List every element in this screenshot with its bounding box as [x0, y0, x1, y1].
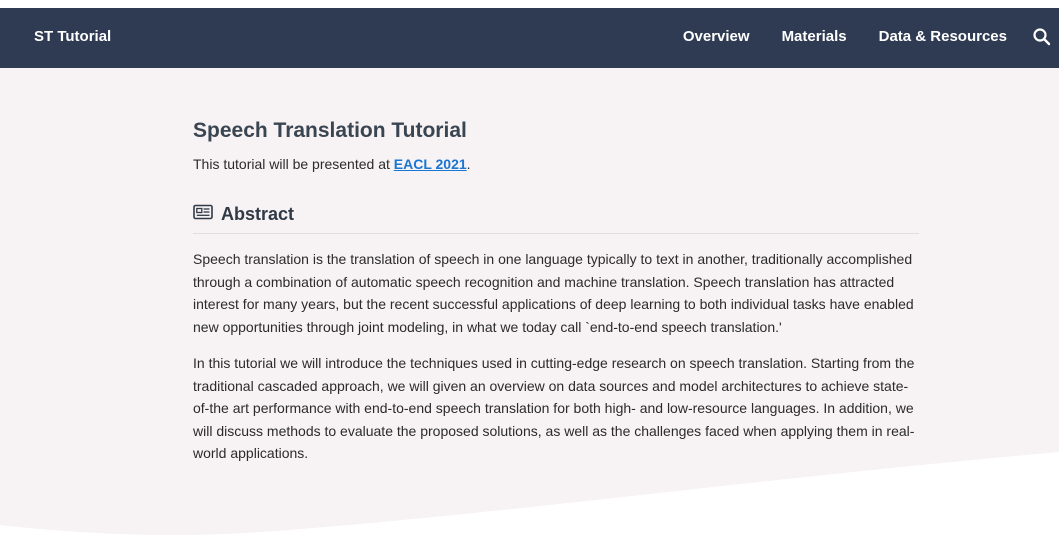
- eacl-2021-link[interactable]: EACL 2021: [394, 156, 467, 172]
- abstract-section-header: Abstract: [193, 204, 919, 234]
- nav-link-data-resources[interactable]: Data & Resources: [879, 28, 1007, 45]
- abstract-paragraph-2: In this tutorial we will introduce the t…: [193, 355, 915, 461]
- intro-prefix: This tutorial will be presented at: [193, 156, 394, 172]
- page-title: Speech Translation Tutorial: [193, 119, 467, 142]
- page: ST Tutorial Overview Materials Data & Re…: [0, 0, 1059, 544]
- abstract-heading: Abstract: [221, 204, 295, 224]
- nav-links: Overview Materials Data & Resources: [683, 28, 1007, 45]
- newspaper-icon: [193, 204, 213, 225]
- abstract-paragraph-1: Speech translation is the translation of…: [193, 251, 914, 335]
- intro-text: This tutorial will be presented at EACL …: [193, 154, 919, 174]
- intro-suffix: .: [466, 156, 471, 172]
- brand-link[interactable]: ST Tutorial: [34, 28, 111, 45]
- main-content: Speech Translation Tutorial This tutoria…: [193, 68, 919, 465]
- search-icon[interactable]: [1031, 26, 1053, 48]
- top-navbar: ST Tutorial Overview Materials Data & Re…: [0, 8, 1059, 68]
- nav-link-materials[interactable]: Materials: [782, 28, 847, 45]
- nav-link-overview[interactable]: Overview: [683, 28, 750, 45]
